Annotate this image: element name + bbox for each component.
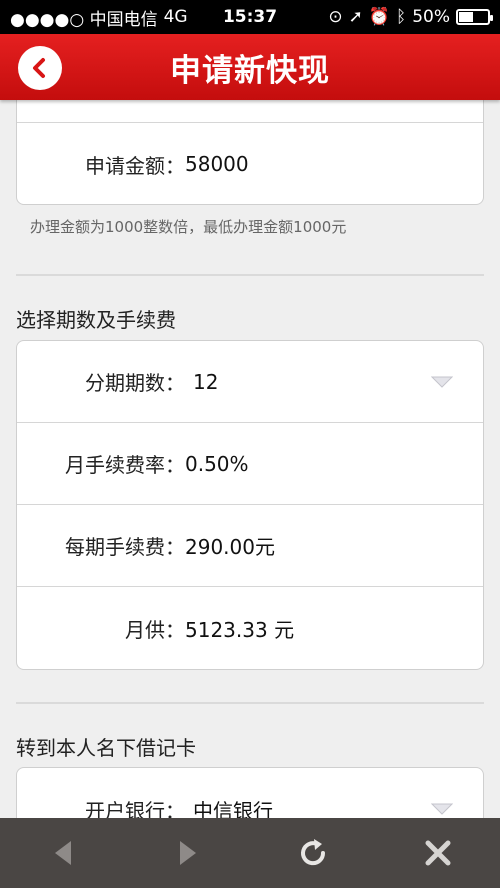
monthly-payment-label: 月供： xyxy=(125,617,185,642)
chevron-down-icon[interactable] xyxy=(431,375,453,389)
forward-nav-button[interactable] xyxy=(158,828,218,878)
chevron-down-icon[interactable] xyxy=(431,802,453,816)
refresh-icon xyxy=(300,839,325,866)
status-time: 15:37 xyxy=(222,7,278,27)
app-header: 申请新快现 xyxy=(0,34,500,100)
main-content[interactable]: 申请金额： 58000 办理金额为1000整数倍，最低办理金额1000元 选择期… xyxy=(0,100,500,818)
back-button[interactable] xyxy=(18,46,62,90)
bank-label: 开户银行： xyxy=(85,798,185,819)
period-label: 分期期数： xyxy=(85,371,185,395)
left-arrow-icon xyxy=(54,841,71,865)
fee-card: 分期期数： 12 月手续费率： 0.50% 每期手续费： 290.00元 月供：… xyxy=(16,340,484,670)
alarm-icon: ⏰ xyxy=(368,7,390,27)
bank-row[interactable]: 开户银行： 中信银行 xyxy=(17,768,483,818)
period-fee-label: 每期手续费： xyxy=(65,535,185,559)
period-fee-value: 290.00元 xyxy=(185,535,275,559)
hidden-row xyxy=(17,100,483,123)
fee-rate-value: 0.50% xyxy=(185,451,249,476)
monthly-payment-value: 5123.33 元 xyxy=(185,617,295,642)
amount-value[interactable]: 58000 xyxy=(185,152,249,176)
bank-card: 开户银行： 中信银行 xyxy=(16,767,484,818)
fee-section-title: 选择期数及手续费 xyxy=(16,308,176,332)
period-row[interactable]: 分期期数： 12 xyxy=(17,341,483,423)
status-right: ⊙ ➚ ⏰ ᛒ 50% xyxy=(328,7,493,27)
amount-label: 申请金额： xyxy=(85,153,185,178)
right-arrow-icon xyxy=(179,841,196,865)
carrier-signal: ●●●●○ 中国电信 xyxy=(10,9,158,30)
bank-select[interactable]: 中信银行 xyxy=(185,795,273,819)
back-nav-button[interactable] xyxy=(33,828,93,878)
divider xyxy=(16,702,484,704)
status-left: ●●●●○ 中国电信 4G xyxy=(10,5,188,30)
amount-row[interactable]: 申请金额： 58000 xyxy=(17,123,483,204)
battery-fill xyxy=(459,12,473,22)
back-arrow-icon xyxy=(33,58,45,78)
refresh-button[interactable] xyxy=(283,828,343,878)
rotation-lock-icon: ⊙ xyxy=(328,7,343,27)
monthly-payment-row: 月供： 5123.33 元 xyxy=(17,587,483,669)
period-select[interactable]: 12 xyxy=(185,370,218,394)
fee-rate-label: 月手续费率： xyxy=(65,453,185,477)
fee-rate-row: 月手续费率： 0.50% xyxy=(17,423,483,505)
bluetooth-icon: ᛒ xyxy=(396,7,407,27)
divider xyxy=(16,274,484,276)
battery-icon xyxy=(456,9,493,25)
card-section-title: 转到本人名下借记卡 xyxy=(16,736,196,760)
close-button[interactable] xyxy=(408,828,468,878)
close-icon xyxy=(425,840,450,866)
status-bar: ●●●●○ 中国电信 4G 15:37 ⊙ ➚ ⏰ ᛒ 50% xyxy=(0,0,500,34)
browser-toolbar xyxy=(0,818,500,888)
amount-note: 办理金额为1000整数倍，最低办理金额1000元 xyxy=(30,218,347,236)
amount-card: 申请金额： 58000 xyxy=(16,100,484,205)
period-fee-row: 每期手续费： 290.00元 xyxy=(17,505,483,587)
battery-percent: 50% xyxy=(412,7,450,27)
network-type: 4G xyxy=(163,7,188,27)
location-icon: ➚ xyxy=(348,7,363,27)
page-title: 申请新快现 xyxy=(170,52,330,89)
